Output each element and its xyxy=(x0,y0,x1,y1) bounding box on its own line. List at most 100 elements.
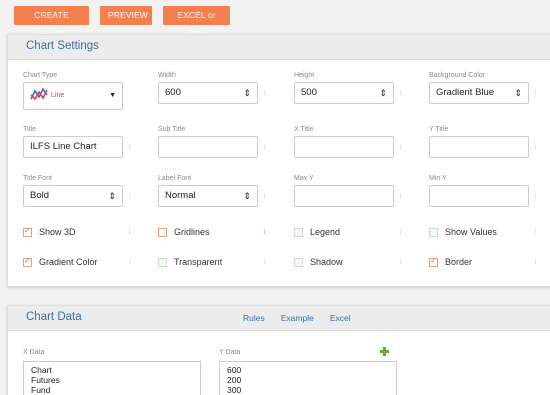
border-option[interactable]: Border xyxy=(429,256,473,267)
chevron-down-icon: ⇕ xyxy=(108,191,116,201)
shadow-option[interactable]: Shadow xyxy=(294,257,343,267)
toolbar: CREATE CHART PREVIEW EXCEL or CSV xyxy=(14,6,230,39)
show-3d-label: Show 3D xyxy=(39,227,76,237)
label-font-info-icon[interactable]: i xyxy=(264,193,266,200)
shadow-info-icon[interactable]: i xyxy=(400,259,402,266)
chart-data-header: Chart Data Rules Example Excel xyxy=(8,306,550,331)
x-title-label: X Title xyxy=(294,126,314,133)
chart-type-label: Chart Type xyxy=(23,72,58,79)
gradient-color-checkbox[interactable] xyxy=(23,256,32,267)
gridlines-label: Gridlines xyxy=(174,227,210,237)
chart-data-title: Chart Data xyxy=(26,311,82,323)
chart-data-tabs: Rules Example Excel xyxy=(243,313,351,323)
chart-type-select[interactable]: Line ▼ xyxy=(23,82,123,110)
gradient-color-option[interactable]: Gradient Color xyxy=(23,256,98,267)
title-font-label: Title Font xyxy=(23,175,52,182)
max-y-input[interactable] xyxy=(294,185,394,207)
legend-info-icon[interactable]: i xyxy=(400,229,402,236)
x-title-input[interactable] xyxy=(294,136,394,158)
spinner-icon[interactable]: ⇕ xyxy=(243,83,251,103)
chart-data-panel: Chart Data Rules Example Excel X Data Ch… xyxy=(7,305,550,395)
chart-settings-panel: Chart Settings Chart Type Line ▼ Width 6… xyxy=(7,34,550,287)
width-value: 600 xyxy=(165,87,181,98)
border-checkbox[interactable] xyxy=(429,256,438,267)
show-3d-info-icon[interactable]: i xyxy=(129,229,131,236)
label-font-label: Label Font xyxy=(158,175,192,182)
show-values-info-icon[interactable]: i xyxy=(535,229,537,236)
label-font-select[interactable]: Normal ⇕ xyxy=(158,185,258,207)
x-data-textarea[interactable]: Chart Futures Fund xyxy=(23,361,201,395)
y-data-line: 600 xyxy=(227,365,242,375)
tab-example[interactable]: Example xyxy=(281,313,314,323)
excel-csv-button[interactable]: EXCEL or CSV xyxy=(163,6,230,39)
width-info-icon[interactable]: i xyxy=(264,90,266,97)
transparent-option[interactable]: Transparent xyxy=(158,257,222,267)
height-label: Height xyxy=(294,72,315,79)
chart-type-value: Line xyxy=(51,92,65,99)
y-data-line: 300 xyxy=(227,385,242,395)
max-y-label: Max Y xyxy=(294,175,314,182)
y-title-label: Y Title xyxy=(429,126,449,133)
spinner-icon[interactable]: ⇕ xyxy=(379,83,387,103)
border-label: Border xyxy=(445,257,473,267)
y-data-textarea[interactable]: 600 200 300 xyxy=(219,361,397,395)
background-color-info-icon[interactable]: i xyxy=(535,90,537,97)
background-color-value: Gradient Blue xyxy=(436,87,495,98)
x-data-line: Fund xyxy=(31,385,51,395)
show-3d-checkbox[interactable] xyxy=(23,226,32,237)
min-y-input[interactable] xyxy=(429,185,529,207)
max-y-info-icon[interactable]: i xyxy=(400,193,402,200)
min-y-label: Min Y xyxy=(429,175,447,182)
title-font-info-icon[interactable]: i xyxy=(129,193,131,200)
title-font-select[interactable]: Bold ⇕ xyxy=(23,185,123,207)
chevron-down-icon: ▼ xyxy=(109,92,116,99)
background-color-label: Background Color xyxy=(429,72,486,79)
tab-excel[interactable]: Excel xyxy=(330,313,351,323)
legend-option[interactable]: Legend xyxy=(294,227,340,237)
width-label: Width xyxy=(158,72,176,79)
shadow-label: Shadow xyxy=(310,257,343,267)
legend-checkbox[interactable] xyxy=(294,227,303,237)
width-input[interactable]: 600 ⇕ xyxy=(158,82,258,104)
background-color-select[interactable]: Gradient Blue ⇕ xyxy=(429,82,529,104)
chart-settings-header: Chart Settings xyxy=(8,35,550,60)
y-data-label: Y Data xyxy=(219,349,241,356)
title-font-value: Bold xyxy=(30,190,50,201)
y-data-line: 200 xyxy=(227,375,242,385)
show-values-option[interactable]: Show Values xyxy=(429,227,497,237)
add-series-icon[interactable] xyxy=(380,347,389,356)
gradient-color-label: Gradient Color xyxy=(39,257,98,267)
x-data-line: Futures xyxy=(31,375,60,385)
height-input[interactable]: 500 ⇕ xyxy=(294,82,394,104)
shadow-checkbox[interactable] xyxy=(294,257,303,267)
legend-label: Legend xyxy=(310,227,341,237)
x-title-info-icon[interactable]: i xyxy=(400,144,402,151)
height-value: 500 xyxy=(301,87,317,98)
chevron-down-icon: ⇕ xyxy=(243,191,251,201)
height-info-icon[interactable]: i xyxy=(400,90,402,97)
create-chart-button[interactable]: CREATE CHART xyxy=(14,6,89,39)
min-y-info-icon[interactable]: i xyxy=(535,193,537,200)
sub-title-info-icon[interactable]: i xyxy=(264,144,266,151)
title-info-icon[interactable]: i xyxy=(129,144,131,151)
gridlines-checkbox[interactable] xyxy=(158,227,167,237)
tab-rules[interactable]: Rules xyxy=(243,313,265,323)
transparent-checkbox[interactable] xyxy=(158,257,167,267)
sub-title-input[interactable] xyxy=(158,136,258,158)
gridlines-option[interactable]: Gridlines xyxy=(158,227,210,237)
border-info-icon[interactable]: i xyxy=(535,259,537,266)
show-values-checkbox[interactable] xyxy=(429,227,438,237)
y-title-info-icon[interactable]: i xyxy=(535,144,537,151)
gridlines-info-icon[interactable]: i xyxy=(264,229,266,236)
sub-title-label: Sub Title xyxy=(158,126,186,133)
show-3d-option[interactable]: Show 3D xyxy=(23,226,76,237)
chevron-down-icon: ⇕ xyxy=(514,88,522,98)
x-data-line: Chart xyxy=(31,365,52,375)
title-input[interactable]: ILFS Line Chart xyxy=(23,136,123,158)
preview-button[interactable]: PREVIEW xyxy=(100,6,152,25)
y-title-input[interactable] xyxy=(429,136,529,158)
transparent-info-icon[interactable]: i xyxy=(264,259,266,266)
label-font-value: Normal xyxy=(165,190,196,201)
gradient-color-info-icon[interactable]: i xyxy=(129,259,131,266)
line-chart-icon xyxy=(30,87,48,101)
